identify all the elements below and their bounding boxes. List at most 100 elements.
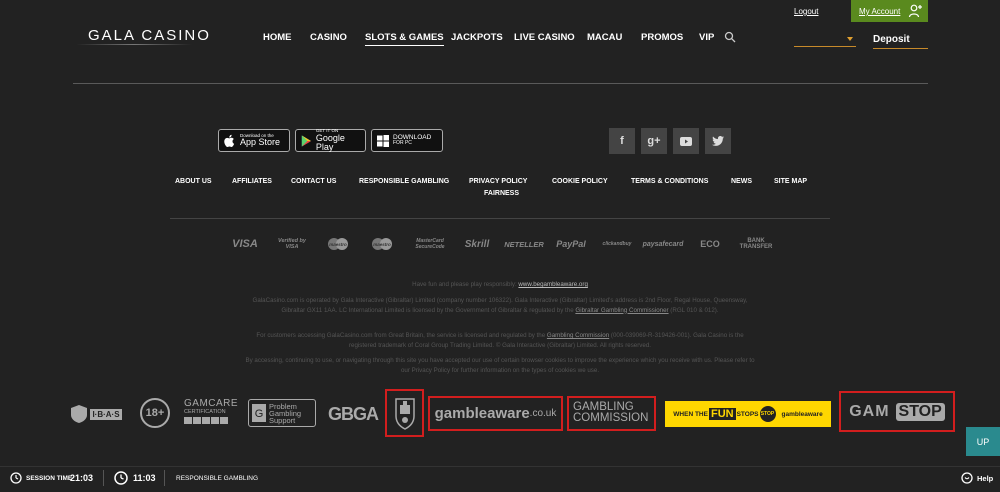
nav-macau[interactable]: MACAU <box>587 32 622 43</box>
bottom-bar-separator <box>103 470 104 486</box>
app-store-button[interactable]: Download on the App Store <box>218 129 290 152</box>
gordon-moody-icon: G <box>252 404 266 422</box>
nav-vip[interactable]: VIP <box>699 32 714 43</box>
app-store-label: App Store <box>240 137 281 148</box>
google-play-button[interactable]: GET IT ON Google Play <box>295 129 366 152</box>
paysafecard-logo: paysafecard <box>642 240 684 248</box>
clock-icon <box>114 471 128 485</box>
gamstop-right: STOP <box>895 402 945 421</box>
gamstop-logo[interactable]: GAM STOP <box>839 391 955 432</box>
nav-slots-games[interactable]: SLOTS & GAMES <box>365 32 444 46</box>
gambling-commission-logo[interactable]: GAMBLING COMMISSION <box>567 396 656 431</box>
nav-promos[interactable]: PROMOS <box>641 32 683 43</box>
apple-icon <box>224 134 235 147</box>
fun-middle: STOPS <box>736 410 759 418</box>
user-add-icon <box>908 4 922 18</box>
footer-link-contact-us[interactable]: CONTACT US <box>291 178 336 185</box>
help-label: Help <box>977 473 994 483</box>
gamcare-logo[interactable]: GAMCARE CERTIFICATION <box>184 398 240 430</box>
maestro-logo-2: maestro <box>369 236 395 252</box>
windows-download-button[interactable]: DOWNLOAD FOR PC <box>371 129 443 152</box>
deposit-button[interactable]: Deposit <box>873 34 928 49</box>
youtube-icon[interactable] <box>673 128 699 154</box>
pgs-text: Problem Gambling Support <box>269 401 302 425</box>
clickandbuy-logo: clickandbuy <box>602 241 632 247</box>
problem-gambling-support-logo[interactable]: G Problem Gambling Support <box>248 399 316 427</box>
ibas-shield-icon <box>71 405 88 423</box>
begambleaware-link[interactable]: www.begambleaware.org <box>518 281 587 288</box>
gambling-commission-bottom: COMMISSION <box>573 412 649 424</box>
mastercard-securecode-logo: MasterCard SecureCode <box>415 238 445 250</box>
gamcare-subtitle: CERTIFICATION <box>184 409 226 415</box>
fun-word: FUN <box>708 408 736 420</box>
clock-value: 11:03 <box>133 473 156 483</box>
footer-link-affiliates[interactable]: AFFILIATES <box>232 178 272 185</box>
ibas-text: I·B·A·S <box>90 408 122 420</box>
footer-link-privacy-policy[interactable]: PRIVACY POLICY <box>469 178 527 185</box>
twitter-icon[interactable] <box>705 128 731 154</box>
gala-casino-logo[interactable]: GALA CASINO <box>88 27 211 44</box>
paypal-logo: PayPal <box>556 239 586 249</box>
gambling-commission-link[interactable]: Gambling Commission <box>547 332 609 339</box>
play-responsibly-prefix: Have fun and please play responsibly: <box>412 281 519 288</box>
bottom-bar-divider <box>0 466 1000 467</box>
footer-link-site-map[interactable]: SITE MAP <box>774 178 807 185</box>
facebook-icon[interactable]: f <box>609 128 635 154</box>
gbga-logo[interactable]: GBGA <box>326 401 380 427</box>
fun-prefix: WHEN THE <box>673 410 708 418</box>
help-button[interactable]: Help <box>961 472 993 484</box>
gambleaware-text: gambleaware <box>434 405 530 422</box>
gibraltar-crest-logo[interactable] <box>385 389 424 437</box>
responsible-gambling-link[interactable]: RESPONSIBLE GAMBLING <box>176 475 258 482</box>
nav-casino[interactable]: CASINO <box>310 32 347 43</box>
nav-home[interactable]: HOME <box>263 32 292 43</box>
scroll-up-button[interactable]: UP <box>966 427 1000 456</box>
play-responsibly-text: Have fun and please play responsibly: ww… <box>245 280 755 290</box>
neteller-logo: NETELLER <box>504 239 544 249</box>
windows-for-pc: FOR PC <box>393 140 412 147</box>
footer-link-terms[interactable]: TERMS & CONDITIONS <box>631 178 708 185</box>
bank-transfer-logo: BANK TRANSFER <box>739 238 773 250</box>
operator-legal-text: GalaCasino.com is operated by Gala Inter… <box>245 296 755 315</box>
gamstop-left: GAM <box>849 402 890 420</box>
bottom-bar-separator-2 <box>164 470 165 486</box>
skrill-logo: Skrill <box>464 238 490 250</box>
header-divider <box>73 83 928 84</box>
footer-link-cookie-policy[interactable]: COOKIE POLICY <box>552 178 608 185</box>
footer-link-about-us[interactable]: ABOUT US <box>175 178 212 185</box>
session-time-value: 21:03 <box>70 473 94 483</box>
gamcare-title: GAMCARE <box>184 398 239 409</box>
gambleaware-suffix: .co.uk <box>529 408 557 419</box>
footer-link-responsible-gambling[interactable]: RESPONSIBLE GAMBLING <box>359 178 449 185</box>
visa-logo: VISA <box>232 238 258 250</box>
operator-suffix: (RGL 010 & 012). <box>668 306 719 314</box>
maestro-text-1: maestro <box>329 242 347 247</box>
gambleaware-logo[interactable]: gambleaware .co.uk <box>428 396 563 431</box>
google-plus-icon[interactable]: g+ <box>641 128 667 154</box>
ibas-logo[interactable]: I·B·A·S <box>63 401 129 427</box>
search-icon[interactable] <box>724 31 736 43</box>
nav-live-casino[interactable]: LIVE CASINO <box>514 32 575 43</box>
gibraltar-commissioner-link[interactable]: Gibraltar Gambling Commissioner <box>575 307 668 314</box>
google-play-icon <box>301 134 312 147</box>
footer-divider <box>170 218 830 219</box>
gibraltar-crest-icon <box>394 398 415 430</box>
age-18-plus-badge[interactable]: 18+ <box>140 398 170 428</box>
footer-link-fairness[interactable]: FAIRNESS <box>484 190 519 197</box>
cookie-notice-text: By accessing, continuing to use, or navi… <box>245 357 755 374</box>
logout-link[interactable]: Logout <box>794 7 818 16</box>
eco-logo: ECO <box>700 239 720 249</box>
session-clock-icon <box>10 472 22 484</box>
fun-site: gambleaware <box>781 410 823 418</box>
nav-jackpots[interactable]: JACKPOTS <box>451 32 503 43</box>
footer-link-news[interactable]: NEWS <box>731 178 752 185</box>
verified-by-visa-logo: Verified by VISA <box>278 238 306 250</box>
gamcare-stars <box>184 417 240 424</box>
google-play-label: Google Play <box>315 132 345 152</box>
logo-underline <box>76 44 192 45</box>
session-time-label: SESSION TIME <box>26 475 73 482</box>
maestro-logo: maestro <box>325 236 351 252</box>
stop-icon: STOP <box>759 406 776 422</box>
chevron-down-icon <box>847 37 853 41</box>
when-the-fun-stops-logo[interactable]: WHEN THE FUN STOPS STOP gambleaware <box>665 401 831 427</box>
